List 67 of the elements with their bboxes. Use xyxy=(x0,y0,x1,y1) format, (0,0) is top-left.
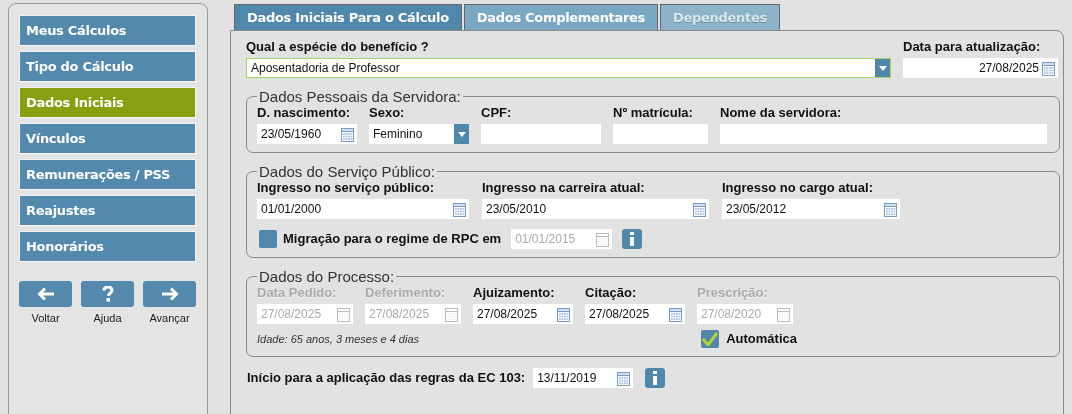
date-field[interactable]: 27/08/2025 xyxy=(903,58,1058,78)
field-label: Data Pedido: xyxy=(257,285,338,301)
right-arrow-icon xyxy=(160,287,179,301)
dropdown-field[interactable]: Feminino xyxy=(369,124,469,144)
button-label: Ajuda xyxy=(93,312,122,324)
section-title: Dados do Processo: xyxy=(258,268,396,285)
field-label: Citação: xyxy=(585,285,638,301)
tab[interactable]: Dados Iniciais Para o Cálculo xyxy=(234,4,462,30)
menu-item[interactable]: Honorários xyxy=(19,231,196,262)
dropdown-field[interactable]: Aposentadoria de Professor xyxy=(246,58,891,78)
tab[interactable]: Dados Complementares xyxy=(463,4,659,30)
calendar-icon[interactable] xyxy=(1042,60,1055,76)
calendar-icon[interactable] xyxy=(557,306,570,322)
menu-item[interactable]: Reajustes xyxy=(19,195,196,226)
button-label: Voltar xyxy=(31,312,60,324)
text-field[interactable] xyxy=(720,124,1047,144)
section-title: Dados do Serviço Público: xyxy=(258,163,436,180)
field-label: D. nascimento: xyxy=(257,105,352,121)
date-field[interactable]: 27/08/2025 xyxy=(585,304,685,324)
date-field[interactable]: 23/05/2010 xyxy=(482,199,709,219)
section-title: Dados Pessoais da Servidora: xyxy=(258,88,462,105)
checkbox-label: Automática xyxy=(726,331,797,347)
field-label: Qual a espécie do benefício ? xyxy=(246,39,430,55)
field-label: Sexo: xyxy=(369,105,406,121)
calendar-icon[interactable] xyxy=(669,306,682,322)
field-label: CPF: xyxy=(481,105,513,121)
field-label: Ingresso na carreira atual: xyxy=(482,180,646,196)
field-label: Ingresso no cargo atual: xyxy=(722,180,874,196)
calendar-icon[interactable] xyxy=(341,126,354,142)
field-label: Deferimento: xyxy=(365,285,447,301)
menu-item[interactable]: Tipo do Cálculo xyxy=(19,51,196,82)
text-field[interactable] xyxy=(613,124,708,144)
menu-item[interactable]: Meus Cálculos xyxy=(19,15,196,46)
date-field[interactable]: 23/05/2012 xyxy=(722,199,900,219)
field-label: Prescrição: xyxy=(697,285,769,301)
calendar-icon[interactable] xyxy=(693,201,706,217)
info-icon xyxy=(652,371,659,385)
info-button[interactable] xyxy=(645,368,666,388)
age-note: Idade: 65 anos, 3 meses e 4 dias xyxy=(257,333,420,345)
field-label: Ajuizamento: xyxy=(473,285,556,301)
help-icon xyxy=(101,286,114,302)
info-icon xyxy=(629,232,636,246)
field-label: Nome da servidora: xyxy=(720,105,843,121)
calendar-icon[interactable] xyxy=(617,370,631,386)
checkbox[interactable] xyxy=(701,330,720,348)
forward-button[interactable] xyxy=(143,281,196,307)
calendar-icon[interactable] xyxy=(884,201,897,217)
field-label: Nº matrícula: xyxy=(613,105,694,121)
menu-item[interactable]: Dados Iniciais xyxy=(19,87,196,118)
date-field[interactable]: 27/08/2025 xyxy=(473,304,573,324)
menu-item[interactable]: Remunerações / PSS xyxy=(19,159,196,190)
field-label: Ingresso no serviço público: xyxy=(257,180,435,196)
date-field[interactable]: 01/01/2000 xyxy=(257,199,469,219)
checkbox[interactable] xyxy=(259,230,277,248)
button-label: Avançar xyxy=(149,312,190,324)
text-field[interactable] xyxy=(481,124,601,144)
field-label: Início para a aplicação das regras da EC 103: xyxy=(247,370,526,386)
info-button[interactable] xyxy=(622,229,643,249)
back-button[interactable] xyxy=(19,281,72,307)
calendar-icon[interactable] xyxy=(453,201,466,217)
field-label: Data para atualização: xyxy=(903,39,1042,55)
date-field[interactable]: 23/05/1960 xyxy=(257,124,357,144)
date-field[interactable]: 13/11/2019 xyxy=(533,368,634,388)
left-arrow-icon xyxy=(36,287,55,301)
menu-item[interactable]: Vínculos xyxy=(19,123,196,154)
help-button[interactable] xyxy=(81,281,134,307)
checkbox-label: Migração para o regime de RPC em xyxy=(283,231,502,247)
